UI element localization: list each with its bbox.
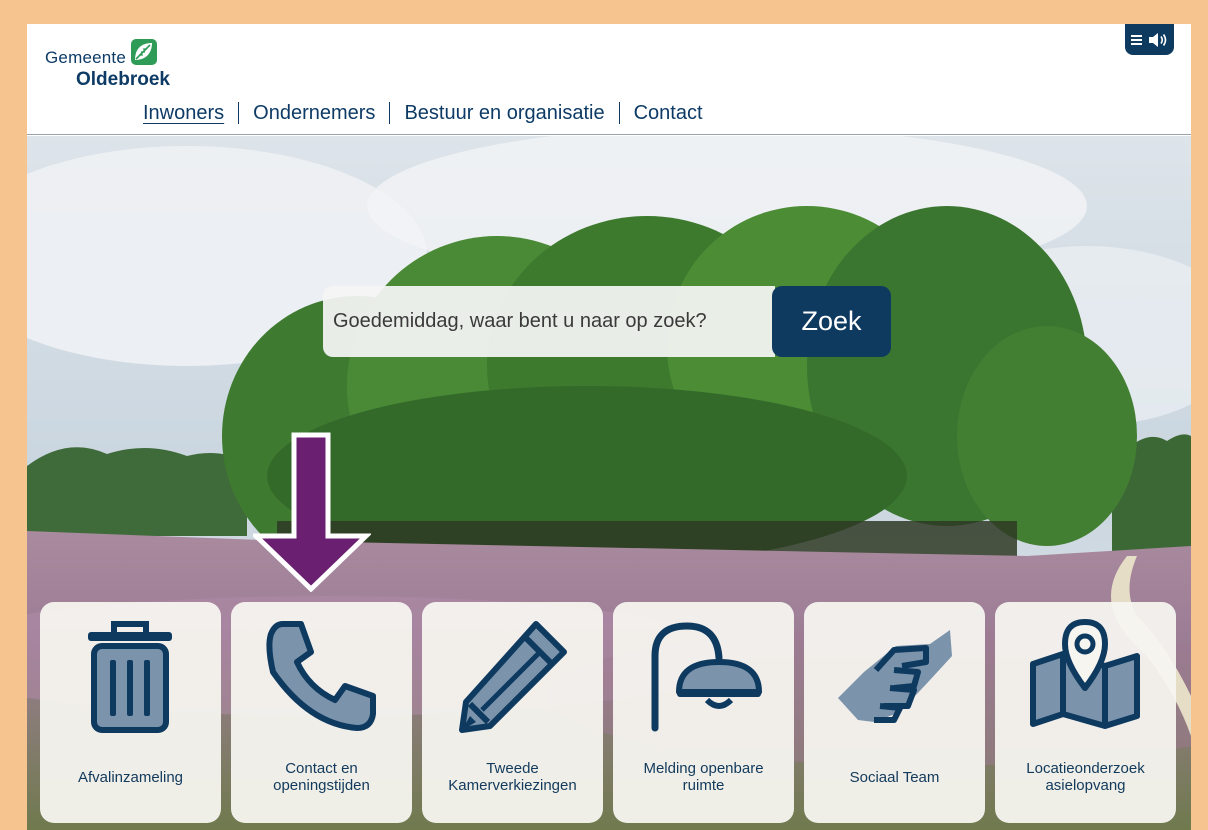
tile-verkiezingen[interactable]: Tweede Kamerverkiezingen bbox=[422, 602, 603, 823]
tile-label: Tweede Kamerverkiezingen bbox=[448, 760, 577, 794]
nav-item-bestuur[interactable]: Bestuur en organisatie bbox=[390, 101, 618, 125]
nav-item-contact[interactable]: Contact bbox=[620, 101, 717, 125]
page-frame: Gemeente Oldebroek Inwoners Ondernemers … bbox=[27, 24, 1191, 830]
speaker-icon[interactable] bbox=[1149, 32, 1168, 47]
phone-icon bbox=[266, 621, 376, 731]
leaf-emblem-icon bbox=[131, 39, 157, 65]
site-search: Zoek bbox=[323, 286, 891, 357]
tile-afvalinzameling[interactable]: Afvalinzameling bbox=[40, 602, 221, 823]
trash-bin-icon bbox=[88, 621, 172, 733]
logo-line-2: Oldebroek bbox=[76, 69, 170, 90]
tile-label: Sociaal Team bbox=[849, 768, 940, 786]
search-input[interactable] bbox=[323, 286, 775, 357]
handshake-icon bbox=[838, 630, 952, 723]
tile-sociaal-team[interactable]: Sociaal Team bbox=[804, 602, 985, 823]
map-pin-icon bbox=[1030, 619, 1140, 729]
tile-label: Contact en openingstijden bbox=[273, 760, 370, 794]
street-lamp-icon bbox=[651, 622, 762, 732]
nav-item-inwoners[interactable]: Inwoners bbox=[143, 101, 238, 125]
accessibility-toolbar[interactable] bbox=[1125, 24, 1174, 55]
highlight-arrow-icon bbox=[253, 432, 371, 592]
pencil-icon bbox=[459, 621, 567, 733]
tile-label: Locatieonderzoek asielopvang bbox=[1026, 760, 1145, 794]
hero-banner: Zoek Afvalinzameling bbox=[27, 136, 1191, 830]
quick-links: Afvalinzameling Contact en openingstijde… bbox=[40, 602, 1180, 823]
main-navigation: Inwoners Ondernemers Bestuur en organisa… bbox=[143, 101, 717, 125]
tile-contact[interactable]: Contact en openingstijden bbox=[231, 602, 412, 823]
nav-item-ondernemers[interactable]: Ondernemers bbox=[239, 101, 389, 125]
list-icon[interactable] bbox=[1131, 34, 1142, 45]
tile-melding[interactable]: Melding openbare ruimte bbox=[613, 602, 794, 823]
logo-line-1: Gemeente bbox=[45, 48, 126, 67]
tile-label: Afvalinzameling bbox=[77, 768, 184, 786]
search-button[interactable]: Zoek bbox=[772, 286, 891, 357]
municipality-logo[interactable]: Gemeente Oldebroek bbox=[45, 38, 205, 94]
site-header: Gemeente Oldebroek Inwoners Ondernemers … bbox=[27, 24, 1191, 135]
tile-label: Melding openbare ruimte bbox=[643, 760, 764, 794]
tile-asielopvang[interactable]: Locatieonderzoek asielopvang bbox=[995, 602, 1176, 823]
